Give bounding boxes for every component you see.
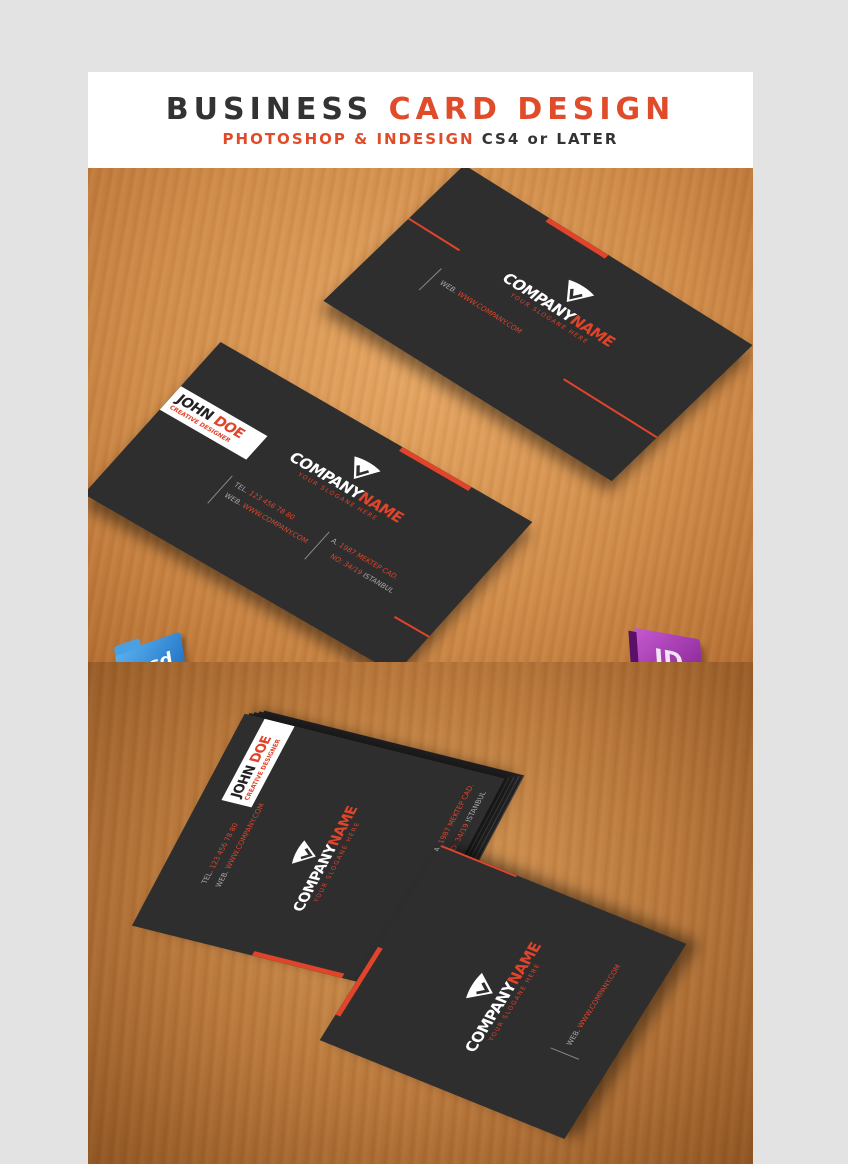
tel-label: TEL. — [200, 869, 216, 885]
page-title: BUSINESS CARD DESIGN — [88, 92, 753, 127]
company-logo: COMPANYNAME YOUR SLOGANE HERE — [265, 794, 371, 920]
subtitle-part-1: PHOTOSHOP & INDESIGN — [222, 130, 482, 148]
card-accent-line — [562, 378, 658, 439]
tel-label: TEL. — [231, 481, 251, 495]
company-logo: COMPANYNAME YOUR SLOGANE HERE — [492, 252, 639, 356]
company-name: COMPANYNAME — [284, 448, 409, 527]
card-accent-stripe — [251, 951, 345, 978]
preview-sheet: BUSINESS CARD DESIGN PHOTOSHOP & INDESIG… — [88, 72, 753, 1164]
company-logo: COMPANYNAME YOUR SLOGANE HERE — [279, 430, 425, 532]
title-part-2: CARD DESIGN — [388, 92, 676, 127]
card-accent-line — [393, 615, 430, 638]
web-value: WWW.COMPANY.COM — [575, 963, 623, 1030]
card-accent-line — [407, 217, 461, 252]
card-divider — [550, 1047, 580, 1060]
web-label: WEB. — [565, 1028, 583, 1047]
subtitle-part-2: CS4 or LATER — [481, 130, 619, 148]
card-divider — [418, 268, 442, 291]
top-mockup-scene: COMPANYNAME YOUR SLOGANE HERE WEB. WWW.C… — [88, 168, 753, 662]
page-subtitle: PHOTOSHOP & INDESIGN CS4 or LATER — [88, 130, 753, 148]
card-accent-stripe — [545, 217, 609, 259]
company-name: COMPANYNAME — [497, 269, 621, 351]
web-label: WEB. — [214, 869, 231, 889]
name-badge: JOHN DOE CREATIVE DESIGNER — [221, 718, 295, 808]
header-banner: BUSINESS CARD DESIGN PHOTOSHOP & INDESIG… — [88, 72, 753, 168]
business-card-back-top: COMPANYNAME YOUR SLOGANE HERE WEB. WWW.C… — [323, 168, 753, 482]
bottom-mockup-scene: JOHN DOE CREATIVE DESIGNER COMPANYNAME Y… — [88, 662, 753, 1164]
web-label: WEB. — [222, 491, 244, 508]
card-divider — [304, 531, 330, 560]
company-logo: COMPANYNAME YOUR SLOGANE HERE — [435, 925, 555, 1062]
web-line: WEB. WWW.COMPANY.COM — [565, 963, 623, 1046]
title-part-1: BUSINESS — [165, 92, 389, 127]
web-label: WEB. — [437, 279, 460, 295]
name-badge: JOHN DOE CREATIVE DESIGNER — [159, 386, 268, 460]
card-accent-stripe — [398, 447, 472, 491]
